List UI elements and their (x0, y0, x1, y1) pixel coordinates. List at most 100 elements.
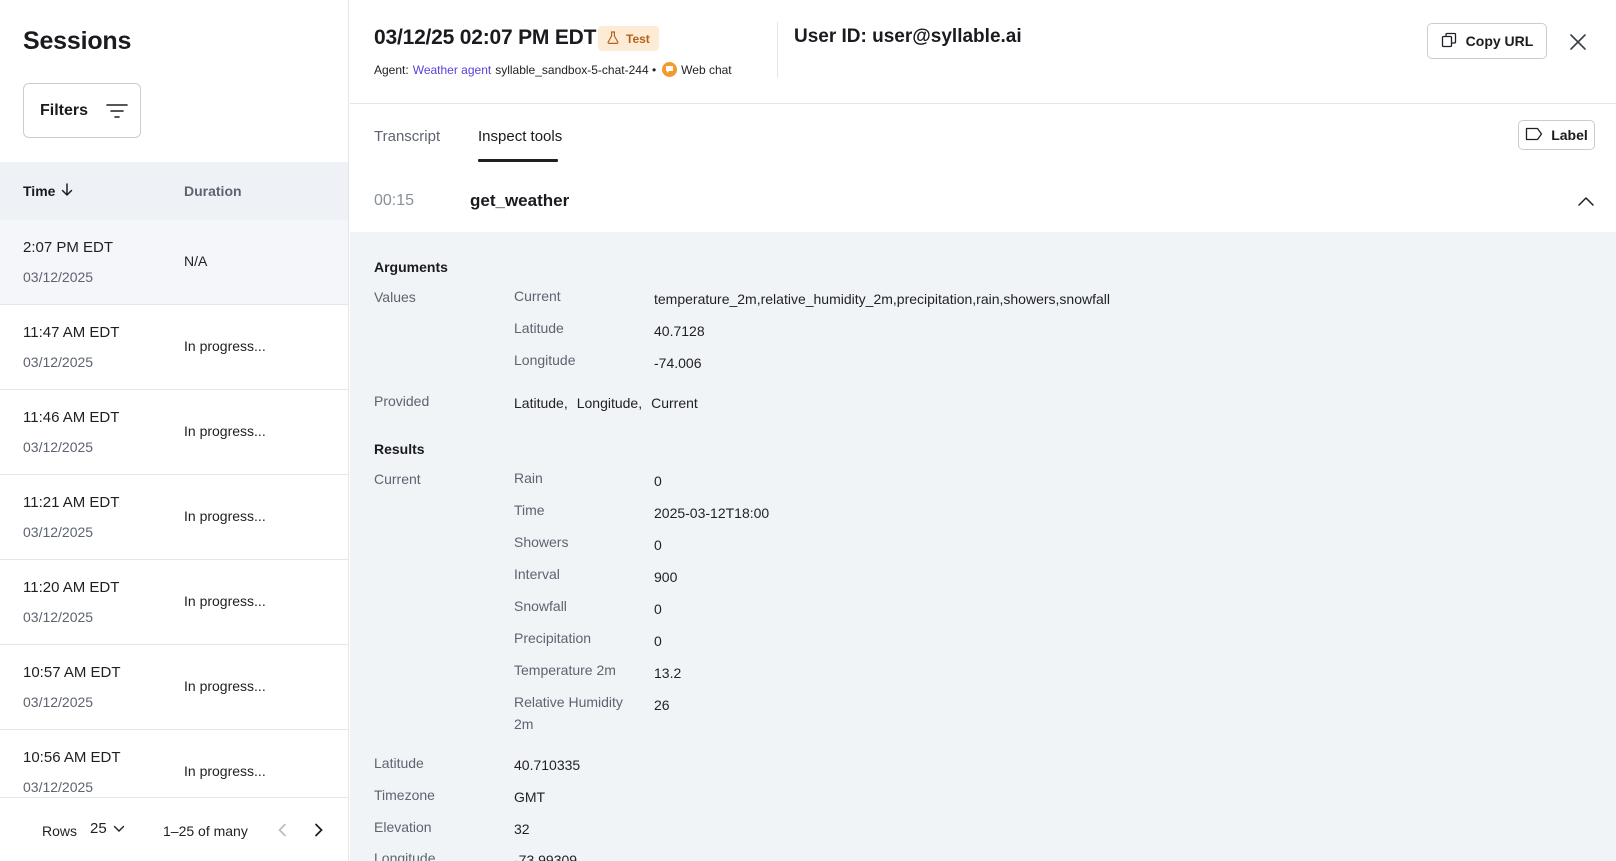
session-row[interactable]: 11:46 AM EDT 03/12/2025 In progress... (0, 390, 348, 475)
previous-page-button[interactable] (272, 820, 292, 840)
current-label: Current (374, 471, 421, 487)
filters-label: Filters (40, 101, 89, 119)
result-value: GMT (514, 789, 546, 805)
tool-call-name: get_weather (470, 191, 570, 210)
agent-info: Agent: Weather agent syllable_sandbox-5-… (374, 62, 732, 77)
result-key: Latitude (374, 755, 424, 771)
active-tab-indicator (478, 159, 558, 162)
time-column-label: Time (23, 183, 56, 199)
session-row[interactable]: 11:20 AM EDT 03/12/2025 In progress... (0, 560, 348, 645)
chevron-left-icon (278, 823, 286, 837)
result-value: 0 (654, 537, 662, 553)
session-row[interactable]: 11:21 AM EDT 03/12/2025 In progress... (0, 475, 348, 560)
session-date: 03/12/2025 (23, 694, 94, 710)
copy-url-button[interactable]: Copy URL (1427, 23, 1547, 59)
chevron-down-icon (113, 820, 125, 837)
result-value: 0 (654, 473, 662, 489)
result-value: 2025-03-12T18:00 (654, 505, 770, 521)
test-badge-label: Test (626, 31, 650, 46)
next-page-button[interactable] (309, 820, 329, 840)
label-button[interactable]: Label (1518, 120, 1595, 150)
time-column-header[interactable]: Time (23, 182, 73, 200)
rows-per-page-value: 25 (90, 820, 107, 837)
result-key: Temperature 2m (514, 662, 616, 678)
filter-icon (106, 103, 128, 119)
agent-prefix: Agent: (374, 62, 409, 77)
result-value: -73.99309 (514, 852, 578, 861)
session-row[interactable]: 10:57 AM EDT 03/12/2025 In progress... (0, 645, 348, 730)
copy-icon (1441, 32, 1457, 51)
tool-call-header[interactable]: 00:15 get_weather (350, 172, 1616, 232)
rows-per-page-label: Rows (42, 823, 78, 839)
pagination-bar: Rows 25 1–25 of many (0, 797, 348, 861)
session-datetime-title: 03/12/25 02:07 PM EDT (374, 26, 597, 49)
result-key: Timezone (374, 787, 435, 803)
result-value: 26 (654, 697, 670, 713)
session-time: 11:20 AM EDT (23, 579, 120, 596)
session-duration: N/A (184, 253, 208, 269)
provided-item: Current (651, 395, 698, 411)
result-value: 32 (514, 821, 530, 837)
sessions-list: 2:07 PM EDT 03/12/2025 N/A 11:47 AM EDT … (0, 220, 348, 815)
channel-name: Web chat (681, 62, 732, 77)
tool-call-details: Arguments Values Current temperature_2m,… (350, 232, 1616, 861)
sessions-title: Sessions (23, 27, 132, 55)
session-duration: In progress... (184, 763, 266, 779)
user-id: User ID: user@syllable.ai (794, 26, 1022, 47)
session-time: 11:47 AM EDT (23, 324, 120, 341)
provided-item: Latitude, (514, 395, 568, 411)
tab-inspect-tools[interactable]: Inspect tools (478, 128, 562, 145)
session-time: 11:46 AM EDT (23, 409, 120, 426)
arg-value: 40.7128 (654, 323, 705, 339)
session-duration: In progress... (184, 678, 266, 694)
result-key: Relative Humidity 2m (514, 694, 623, 732)
sessions-table-header: Time Duration (0, 162, 348, 220)
session-duration: In progress... (184, 508, 266, 524)
result-key: Snowfall (514, 598, 567, 614)
web-chat-channel-icon (662, 62, 678, 77)
close-icon (1570, 34, 1586, 50)
filters-button[interactable]: Filters (23, 83, 141, 138)
result-value: 13.2 (654, 665, 682, 681)
result-value: 0 (654, 601, 662, 617)
test-badge: Test (598, 26, 659, 51)
session-date: 03/12/2025 (23, 269, 94, 285)
provided-label: Provided (374, 393, 430, 409)
close-button[interactable] (1566, 30, 1590, 54)
collapse-chevron-up-icon[interactable] (1576, 192, 1596, 212)
values-label: Values (374, 289, 416, 305)
detail-tabs: Transcript Inspect tools Label (350, 104, 1616, 162)
session-duration: In progress... (184, 593, 266, 609)
duration-column-header[interactable]: Duration (184, 183, 242, 199)
rows-per-page-select[interactable]: 25 (90, 820, 125, 837)
session-row[interactable]: 11:47 AM EDT 03/12/2025 In progress... (0, 305, 348, 390)
session-date: 03/12/2025 (23, 609, 94, 625)
agent-link[interactable]: Weather agent (413, 63, 492, 77)
result-key: Elevation (374, 819, 432, 835)
tab-transcript[interactable]: Transcript (374, 128, 440, 145)
result-value: 40.710335 (514, 757, 581, 773)
session-detail-panel: 03/12/25 02:07 PM EDT Test Agent: Weathe… (350, 0, 1616, 861)
result-value: 900 (654, 569, 678, 585)
session-time: 10:57 AM EDT (23, 664, 121, 681)
result-value: 0 (654, 633, 662, 649)
label-button-text: Label (1551, 127, 1588, 143)
sandbox-name: syllable_sandbox-5-chat-244 • (495, 62, 657, 77)
tool-call-timestamp: 00:15 (374, 192, 415, 209)
arg-key: Longitude (514, 352, 576, 368)
result-key: Interval (514, 566, 560, 582)
flask-icon (607, 30, 619, 47)
session-time: 10:56 AM EDT (23, 749, 121, 766)
arguments-title: Arguments (374, 259, 448, 275)
session-time: 2:07 PM EDT (23, 239, 114, 256)
result-key: Showers (514, 534, 569, 550)
results-title: Results (374, 441, 425, 457)
provided-list: Latitude, Longitude, Current (514, 395, 698, 411)
arg-key: Latitude (514, 320, 564, 336)
arg-value: -74.006 (654, 355, 702, 371)
result-key: Longitude (374, 850, 436, 861)
result-key: Time (514, 502, 545, 518)
session-date: 03/12/2025 (23, 354, 94, 370)
session-time: 11:21 AM EDT (23, 494, 120, 511)
session-row[interactable]: 2:07 PM EDT 03/12/2025 N/A (0, 220, 348, 305)
